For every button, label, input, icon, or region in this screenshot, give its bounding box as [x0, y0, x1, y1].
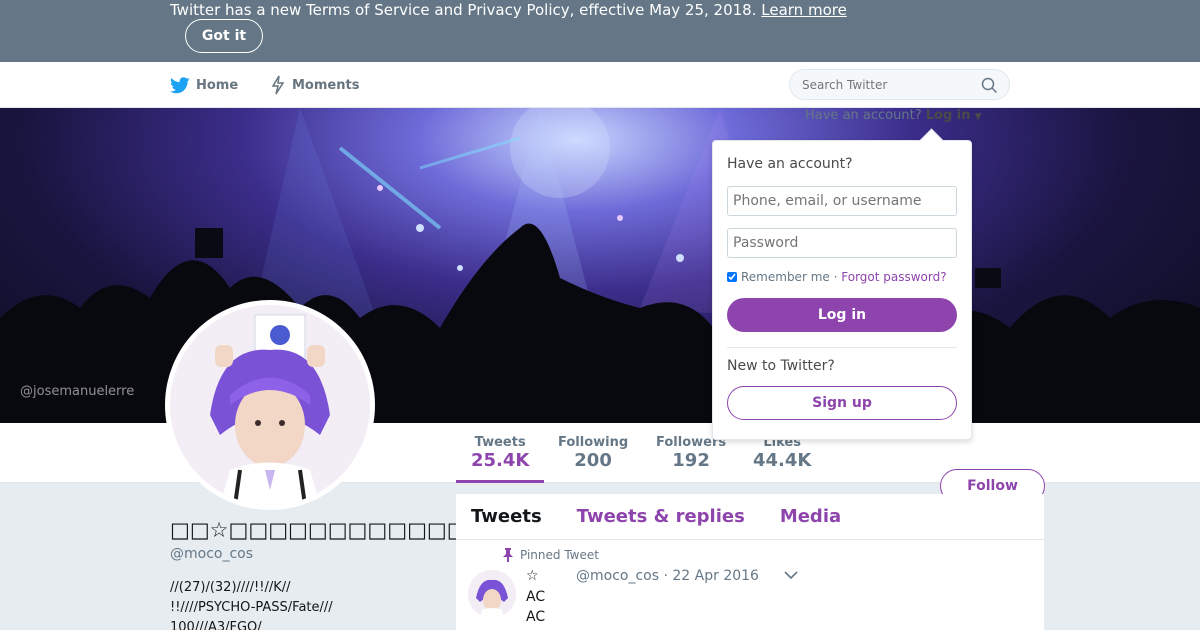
stat-value: 192 — [672, 450, 710, 471]
banner-watermark: @josemanuelerre — [20, 384, 135, 399]
learn-more-link[interactable]: Learn more — [761, 1, 847, 19]
stat-likes[interactable]: Likes 44.4K — [753, 435, 811, 471]
login-prompt: Have an account? — [805, 108, 922, 123]
lightning-icon — [271, 75, 285, 95]
nav-moments-label: Moments — [292, 77, 360, 93]
new-to-twitter-label: New to Twitter? — [727, 358, 835, 374]
stat-label: Following — [558, 435, 629, 450]
divider — [727, 347, 957, 348]
notice-message: Twitter has a new Terms of Service and P… — [170, 1, 757, 19]
tweet-line: AC — [526, 609, 546, 625]
tweet-meta: @moco_cos · 22 Apr 2016 — [576, 568, 759, 584]
login-button[interactable]: Log in — [727, 298, 957, 332]
tweet-handle[interactable]: @moco_cos — [576, 568, 659, 584]
signup-button[interactable]: Sign up — [727, 386, 957, 420]
stat-followers[interactable]: Followers 192 — [656, 435, 726, 471]
stat-value: 200 — [574, 450, 612, 471]
bio-line: !!////PSYCHO-PASS/Fate/// — [170, 600, 333, 615]
separator-dot: · — [833, 270, 838, 284]
login-toggle-link[interactable]: Log in — [926, 108, 971, 123]
login-dropdown: Have an account? Remember me · Forgot pa… — [712, 140, 972, 440]
tab-tweets[interactable]: Tweets — [471, 506, 542, 527]
bio-line: 100///A3/FGO/ — [170, 620, 262, 630]
cosplayer-portrait — [170, 305, 370, 505]
timeline-tabs: Tweets Tweets & replies Media — [456, 494, 1044, 540]
tweet-line: AC — [526, 589, 546, 605]
profile-avatar[interactable] — [165, 300, 375, 510]
password-field[interactable] — [727, 228, 957, 258]
bio-line: //(27)/(32)////!!//K// — [170, 580, 291, 595]
stat-value: 25.4K — [471, 450, 530, 471]
stat-value: 44.4K — [753, 450, 812, 471]
remember-label: Remember me — [741, 270, 830, 284]
nav-home[interactable]: Home — [170, 62, 238, 108]
pinned-text: Pinned Tweet — [520, 548, 599, 562]
top-navigation: Home Moments — [0, 62, 1200, 108]
search-icon[interactable] — [981, 77, 998, 94]
forgot-password-link[interactable]: Forgot password? — [841, 270, 946, 284]
tweet-avatar[interactable] — [468, 570, 516, 618]
search-input[interactable] — [802, 77, 997, 92]
got-it-button[interactable]: Got it — [185, 19, 263, 53]
profile-handle: @moco_cos — [170, 546, 254, 562]
username-field[interactable] — [727, 186, 957, 216]
remember-checkbox[interactable] — [727, 272, 737, 282]
tweet-avatar-image — [468, 570, 516, 618]
caret-down-icon: ▼ — [974, 112, 982, 122]
login-heading: Have an account? — [727, 156, 853, 172]
pin-icon — [503, 548, 513, 562]
nav-home-label: Home — [196, 77, 239, 93]
stat-following[interactable]: Following 200 — [558, 435, 628, 471]
terms-notice-banner: Twitter has a new Terms of Service and P… — [0, 0, 1200, 62]
chevron-down-icon[interactable] — [784, 570, 798, 580]
tab-tweets-replies[interactable]: Tweets & replies — [577, 506, 745, 527]
stat-label: Tweets — [474, 435, 526, 450]
twitter-bird-icon — [170, 76, 190, 93]
tweet-text: AC AC — [526, 587, 545, 627]
notice-text: Twitter has a new Terms of Service and P… — [170, 1, 847, 19]
tweet-date[interactable]: · 22 Apr 2016 — [663, 568, 758, 584]
timeline: Tweets Tweets & replies Media Pinned Twe… — [456, 494, 1044, 630]
profile-bio: //(27)/(32)////!!//K// !!////PSYCHO-PASS… — [170, 578, 430, 630]
pinned-tweet-label: Pinned Tweet — [502, 548, 599, 562]
tab-media[interactable]: Media — [780, 506, 841, 527]
tweet-author-name[interactable]: ☆ — [526, 568, 539, 584]
stat-tweets[interactable]: Tweets 25.4K — [456, 435, 545, 483]
search-box — [789, 69, 1010, 100]
login-hint: Have an account? Log in ▼ — [805, 108, 982, 123]
remember-row: Remember me · Forgot password? — [727, 270, 947, 284]
nav-moments[interactable]: Moments — [270, 62, 359, 108]
